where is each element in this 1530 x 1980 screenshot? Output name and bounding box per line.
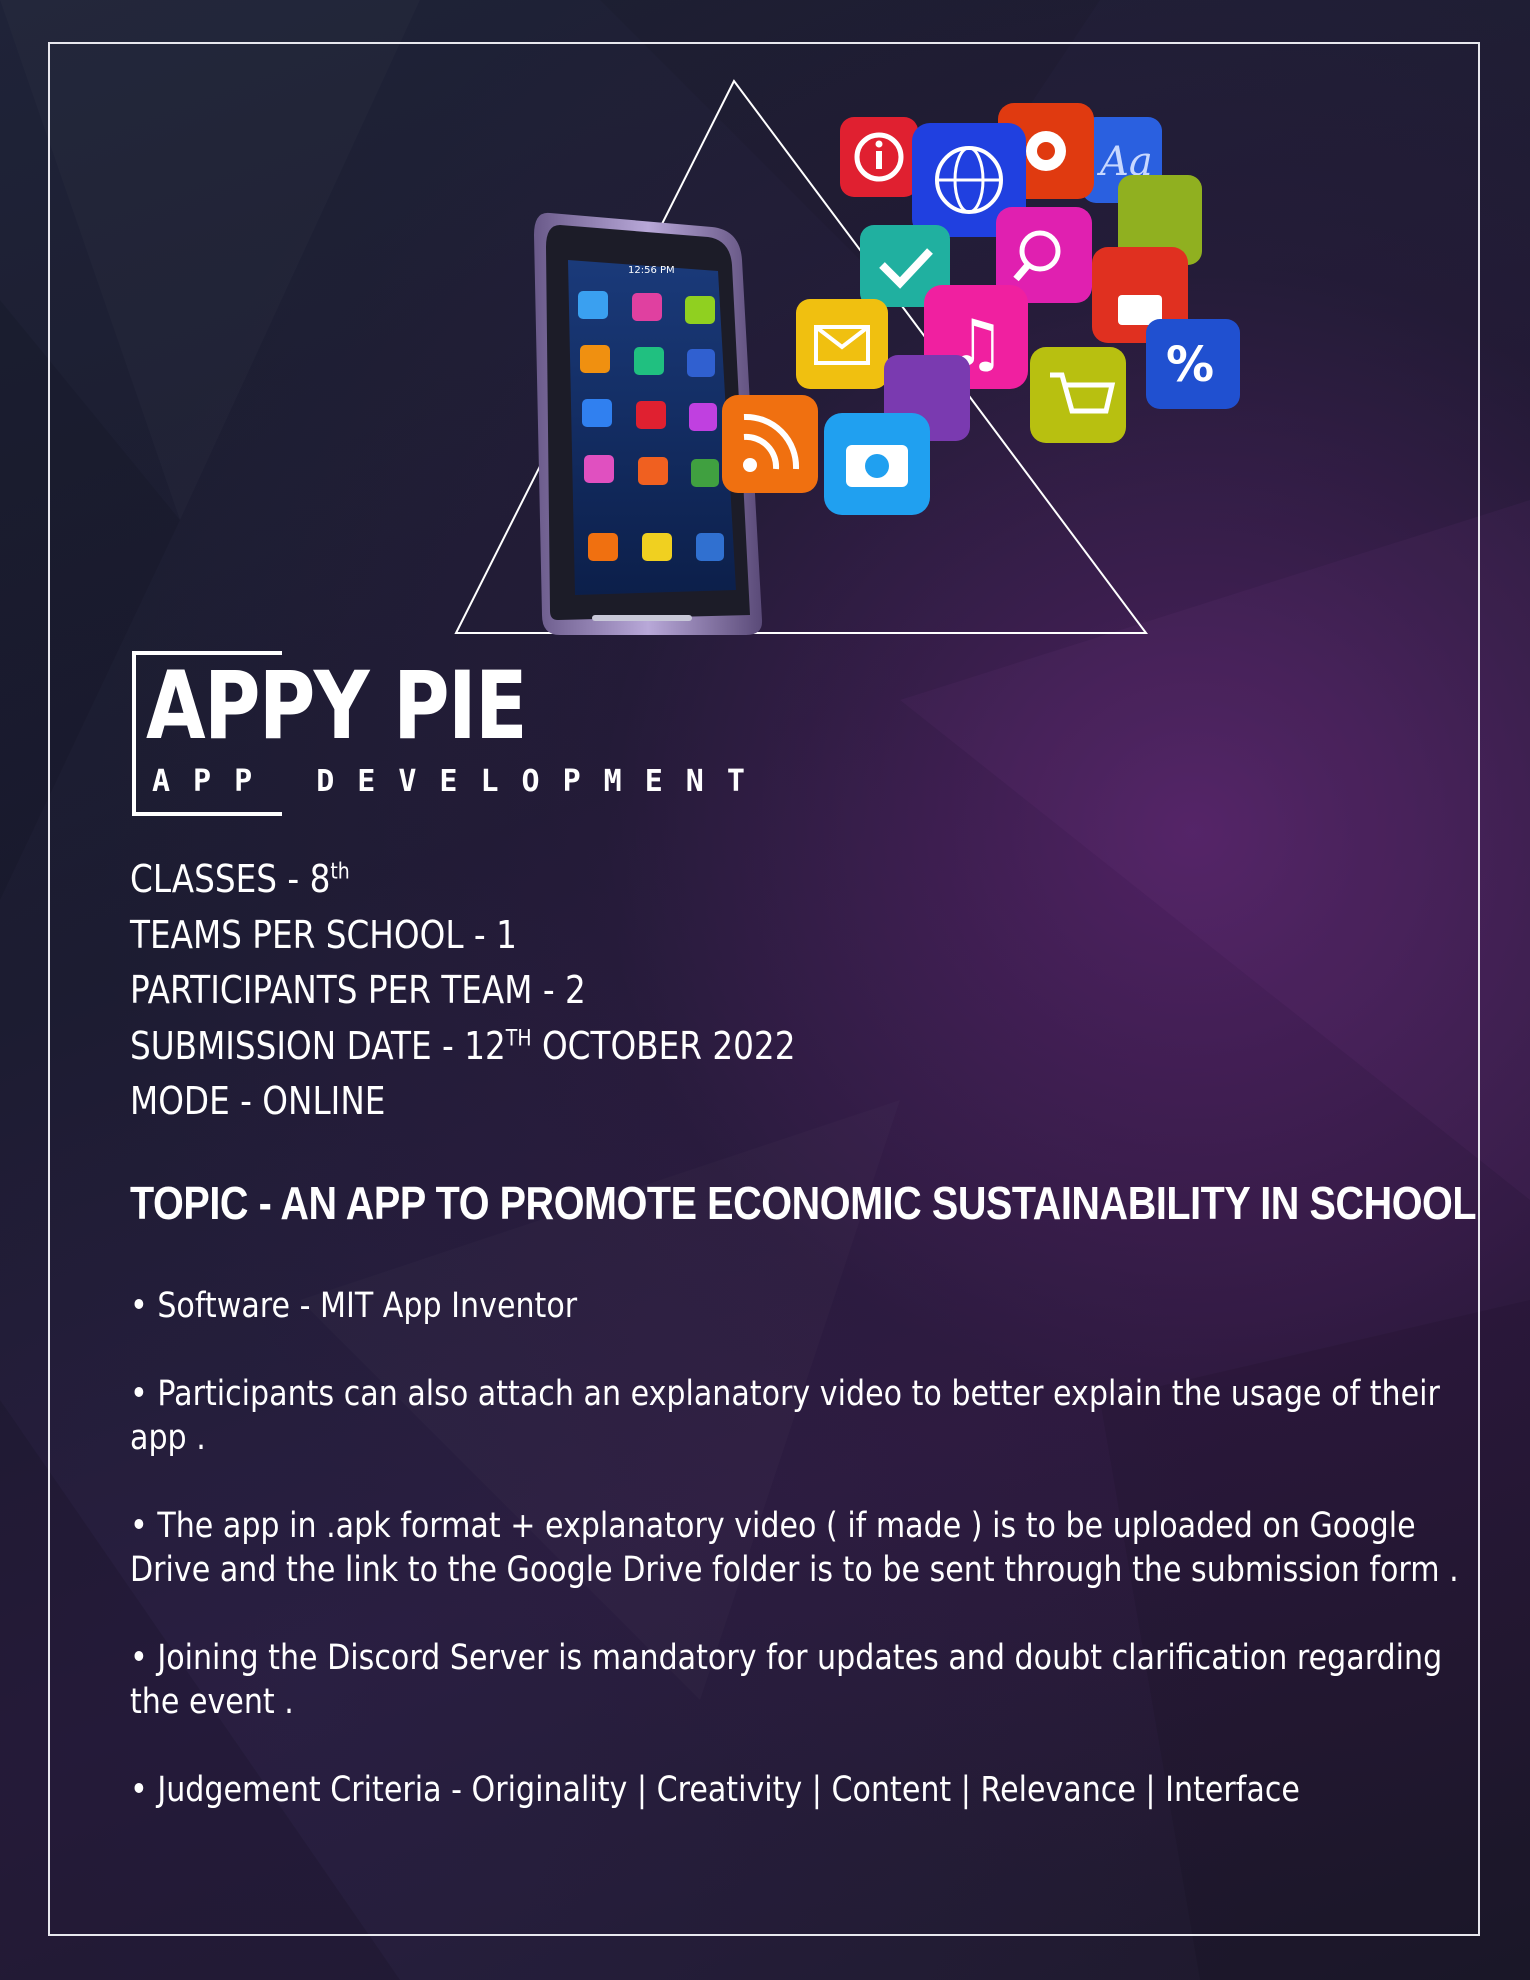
event-details: CLASSES - 8th TEAMS PER SCHOOL - 1 PARTI… <box>130 852 904 1130</box>
floating-app-icons: Aa ♫ % <box>722 103 1240 515</box>
svg-text:%: % <box>1166 337 1214 393</box>
rss-icon <box>722 395 818 493</box>
detail-mode: MODE - ONLINE <box>130 1079 386 1123</box>
mail-icon <box>796 299 888 389</box>
hero-illustration: 12:56 PM Aa ♫ % <box>454 79 1240 635</box>
rules-list: • Software - MIT App Inventor • Particip… <box>130 1284 1460 1856</box>
rule-software: • Software - MIT App Inventor <box>130 1286 578 1326</box>
detail-participants: PARTICIPANTS PER TEAM - 2 <box>130 968 586 1012</box>
detail-classes: CLASSES - 8th <box>130 857 350 901</box>
brand-title: APPY PIE <box>146 652 528 761</box>
rule-judgement-criteria: • Judgement Criteria - Originality | Cre… <box>130 1770 1300 1810</box>
rule-explanatory-video: • Participants can also attach an explan… <box>130 1374 1440 1458</box>
detail-submission-date: SUBMISSION DATE - 12TH OCTOBER 2022 <box>130 1023 796 1068</box>
brand-subtitle: APP DEVELOPMENT <box>152 764 768 799</box>
phone-time: 12:56 PM <box>628 265 675 276</box>
detail-teams: TEAMS PER SCHOOL - 1 <box>130 912 517 957</box>
rule-discord: • Joining the Discord Server is mandator… <box>130 1638 1443 1722</box>
topic-heading: TOPIC - AN APP TO PROMOTE ECONOMIC SUSTA… <box>130 1177 1477 1229</box>
rule-upload: • The app in .apk format + explanatory v… <box>130 1506 1459 1590</box>
